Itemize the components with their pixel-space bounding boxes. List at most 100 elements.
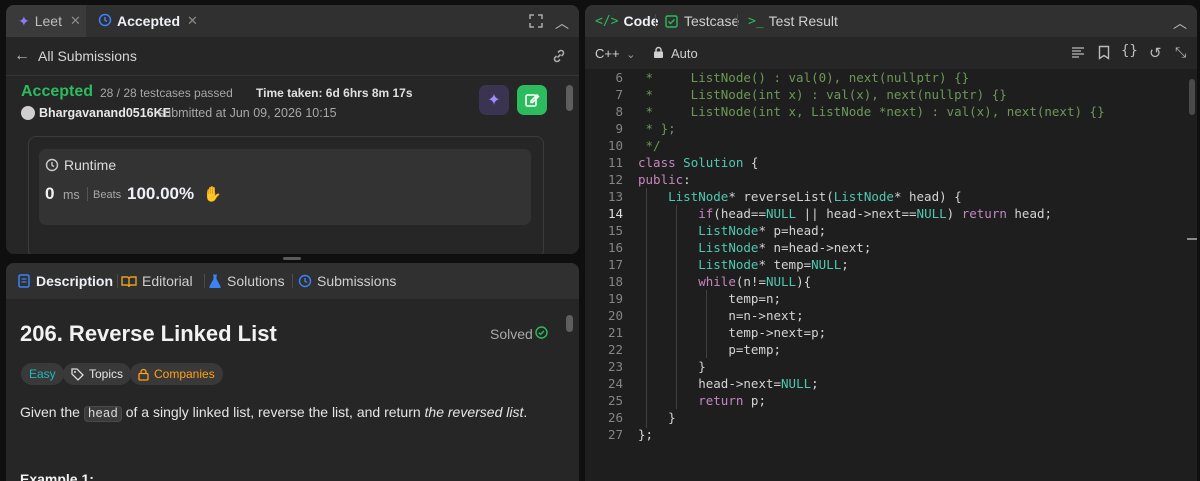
tab-accepted[interactable]: Accepted ✕ <box>94 5 198 37</box>
beats-value: 100.00% <box>127 184 195 203</box>
code-line[interactable]: 21 temp->next=p; <box>585 324 1185 341</box>
line-number: 20 <box>607 308 623 323</box>
code-icon: </> <box>595 13 619 29</box>
code-line[interactable]: 12 public: <box>585 171 1185 188</box>
code-line[interactable]: 24 head->next=NULL; <box>585 375 1185 392</box>
runtime-title: Runtime <box>64 157 117 173</box>
history-icon <box>98 13 112 30</box>
line-number: 22 <box>607 342 623 357</box>
code-line[interactable]: 20 n=n->next; <box>585 307 1185 324</box>
tab-solutions[interactable]: Solutions <box>209 263 285 299</box>
line-number: 12 <box>607 172 623 187</box>
flask-icon <box>209 274 221 288</box>
tab-code[interactable]: </> Code <box>595 5 658 37</box>
time-taken: Time taken: 6d 6hrs 8m 17s <box>256 86 413 100</box>
line-number: 24 <box>607 376 623 391</box>
code-line[interactable]: 25 return p; <box>585 392 1185 409</box>
runtime-value: 0 <box>45 184 55 203</box>
collapse-icon[interactable]: ︿ <box>555 13 569 33</box>
lock-icon <box>138 368 149 381</box>
braces-icon[interactable]: {} <box>1121 43 1138 59</box>
code-line[interactable]: 17 ListNode* temp=NULL; <box>585 256 1185 273</box>
tab-test-result[interactable]: >_ Test Result <box>748 5 838 37</box>
code-line[interactable]: 22 p=temp; <box>585 341 1185 358</box>
code-line[interactable]: 13 ListNode* reverseList(ListNode* head)… <box>585 188 1185 205</box>
close-icon[interactable]: ✕ <box>187 13 198 29</box>
code-text: public: <box>638 172 691 187</box>
tab-leet[interactable]: ✦ Leet ✕ <box>6 5 86 37</box>
tab-testcase[interactable]: Testcase <box>665 5 739 37</box>
scrollbar[interactable] <box>566 315 573 332</box>
mode-label[interactable]: Auto <box>671 46 698 61</box>
close-icon[interactable]: ✕ <box>70 13 81 29</box>
code-line[interactable]: 10 */ <box>585 137 1185 154</box>
line-number: 11 <box>607 155 623 170</box>
solved-label: Solved <box>490 326 533 342</box>
code-line[interactable]: 23 } <box>585 358 1185 375</box>
arrow-left-icon[interactable]: ← <box>14 47 30 65</box>
collapse-icon[interactable]: ︿ <box>1173 13 1187 33</box>
code-line[interactable]: 15 ListNode* p=head; <box>585 222 1185 239</box>
code-line[interactable]: 6 * ListNode() : val(0), next(nullptr) {… <box>585 69 1185 86</box>
code-line[interactable]: 27}; <box>585 426 1185 443</box>
edit-button[interactable] <box>517 85 547 115</box>
topics-button[interactable]: Topics <box>63 363 132 385</box>
tab-description[interactable]: Description <box>18 263 113 299</box>
scrollbar[interactable] <box>566 85 573 111</box>
difficulty-badge[interactable]: Easy <box>21 363 64 385</box>
code-line[interactable]: 9 * }; <box>585 120 1185 137</box>
code-text: ListNode* reverseList(ListNode* head) { <box>668 189 962 204</box>
tab-submissions[interactable]: Submissions <box>298 263 396 299</box>
checkbox-icon <box>665 14 678 28</box>
line-number: 26 <box>607 410 623 425</box>
code-line[interactable]: 14 if(head==NULL || head->next==NULL) re… <box>585 205 1185 222</box>
code-tabbar: </> Code Testcase >_ Test Result ︿ <box>585 5 1197 37</box>
ai-analyze-button[interactable]: ✦ <box>479 85 509 115</box>
code-text: n=n->next; <box>728 308 804 323</box>
document-icon <box>18 274 30 288</box>
code-line[interactable]: 16 ListNode* n=head->next; <box>585 239 1185 256</box>
code-line[interactable]: 19 temp=n; <box>585 290 1185 307</box>
code-text: if(head==NULL || head->next==NULL) retur… <box>698 206 1053 221</box>
problem-title[interactable]: 206. Reverse Linked List <box>20 321 277 347</box>
code-text: class Solution { <box>638 155 759 170</box>
avatar <box>21 106 35 120</box>
companies-button[interactable]: Companies <box>130 363 223 385</box>
username[interactable]: Bhargavanand0516KE <box>39 106 171 120</box>
tab-editorial[interactable]: Editorial <box>121 263 193 299</box>
code-text: ListNode* p=head; <box>698 223 827 238</box>
link-icon[interactable] <box>551 48 567 69</box>
line-number: 13 <box>607 189 623 204</box>
code-line[interactable]: 7 * ListNode(int x) : val(x), next(nullp… <box>585 86 1185 103</box>
maximize-icon[interactable] <box>529 14 543 28</box>
code-line[interactable]: 18 while(n!=NULL){ <box>585 273 1185 290</box>
sparkle-icon: ✦ <box>18 12 30 29</box>
code-text: ListNode* temp=NULL; <box>698 257 849 272</box>
bookmark-icon[interactable] <box>1098 45 1110 65</box>
format-icon[interactable] <box>1071 46 1085 64</box>
inline-code-head: head <box>83 406 122 422</box>
language-select[interactable]: C++ ⌄ <box>595 46 635 61</box>
line-number: 8 <box>615 104 623 119</box>
line-number: 27 <box>607 427 623 442</box>
line-number: 25 <box>607 393 623 408</box>
scrollbar[interactable] <box>1189 79 1195 115</box>
line-number: 10 <box>607 138 623 153</box>
sparkle-icon: ✦ <box>487 92 501 109</box>
line-number: 9 <box>615 121 623 136</box>
code-line[interactable]: 8 * ListNode(int x, ListNode *next) : va… <box>585 103 1185 120</box>
code-line[interactable]: 11 class Solution { <box>585 154 1185 171</box>
submitted-at: submitted at Jun 09, 2026 10:15 <box>158 106 337 120</box>
all-submissions-link[interactable]: All Submissions <box>38 48 137 64</box>
runtime-box[interactable]: Runtime 0 ms Beats 100.00% ✋ <box>39 149 531 225</box>
code-line[interactable]: 26 } <box>585 409 1185 426</box>
resize-handle[interactable] <box>283 257 301 260</box>
expand-icon[interactable]: ⤡ <box>1175 44 1186 61</box>
reset-icon[interactable]: ↺ <box>1149 44 1162 62</box>
code-editor[interactable]: 6 * ListNode() : val(0), next(nullptr) {… <box>585 69 1197 481</box>
line-number: 17 <box>607 257 623 272</box>
code-text: * ListNode(int x) : val(x), next(nullptr… <box>638 87 1007 102</box>
problem-description: Given the head of a singly linked list, … <box>20 404 528 422</box>
line-number: 18 <box>607 274 623 289</box>
code-text: } <box>638 410 676 425</box>
